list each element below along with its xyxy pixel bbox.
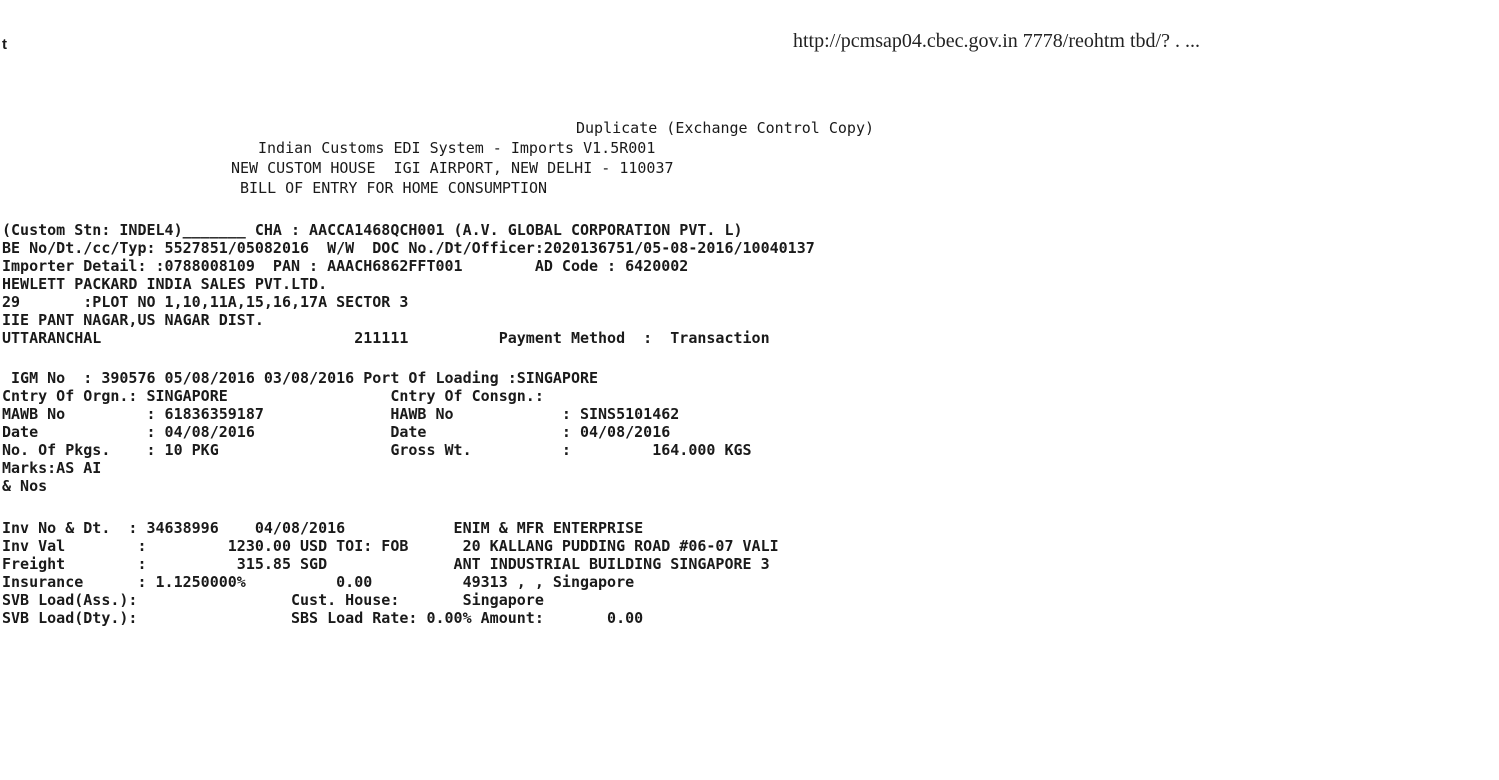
page-url: http://pcmsap04.cbec.gov.in 7778/reohtm … — [793, 30, 1200, 52]
nos-line: & Nos — [2, 477, 48, 495]
importer-district-line: IIE PANT NAGAR,US NAGAR DIST. — [2, 311, 264, 329]
be-number-line: BE No/Dt./cc/Typ: 5527851/05082016 W/W D… — [2, 239, 815, 257]
country-line: Cntry Of Orgn.: SINGAPORE Cntry Of Consg… — [2, 387, 544, 405]
importer-name-line: HEWLETT PACKARD INDIA SALES PVT.LTD. — [2, 275, 328, 293]
importer-detail-line: Importer Detail: :0788008109 PAN : AAACH… — [2, 257, 689, 275]
document-title: BILL OF ENTRY FOR HOME CONSUMPTION — [240, 179, 548, 197]
custom-station-line: (Custom Stn: INDEL4)_______ CHA : AACCA1… — [2, 221, 743, 239]
scanned-document-page: t http://pcmsap04.cbec.gov.in 7778/reoht… — [0, 0, 1499, 780]
importer-address-line: 29 :PLOT NO 1,10,11A,15,16,17A SECTOR 3 — [2, 293, 409, 311]
invoice-value-line: Inv Val : 1230.00 USD TOI: FOB 20 KALLAN… — [2, 537, 779, 555]
custom-house-heading: NEW CUSTOM HOUSE IGI AIRPORT, NEW DELHI … — [231, 159, 674, 177]
packages-line: No. Of Pkgs. : 10 PKG Gross Wt. : 164.00… — [2, 441, 752, 459]
invoice-number-line: Inv No & Dt. : 34638996 04/08/2016 ENIM … — [2, 519, 644, 537]
marks-line: Marks:AS AI — [2, 459, 102, 477]
svb-load-ass-line: SVB Load(Ass.): Cust. House: Singapore — [2, 591, 544, 609]
date-line: Date : 04/08/2016 Date : 04/08/2016 — [2, 423, 671, 441]
corner-mark: t — [2, 36, 7, 53]
system-heading: Indian Customs EDI System - Imports V1.5… — [258, 139, 656, 157]
svb-load-dty-line: SVB Load(Dty.): SBS Load Rate: 0.00% Amo… — [2, 609, 644, 627]
payment-method-line: UTTARANCHAL 211111 Payment Method : Tran… — [2, 329, 770, 347]
freight-line: Freight : 315.85 SGD ANT INDUSTRIAL BUIL… — [2, 555, 770, 573]
copy-type-heading: Duplicate (Exchange Control Copy) — [576, 119, 875, 137]
igm-line: IGM No : 390576 05/08/2016 03/08/2016 Po… — [2, 369, 599, 387]
mawb-line: MAWB No : 61836359187 HAWB No : SINS5101… — [2, 405, 680, 423]
insurance-line: Insurance : 1.1250000% 0.00 49313 , , Si… — [2, 573, 635, 591]
